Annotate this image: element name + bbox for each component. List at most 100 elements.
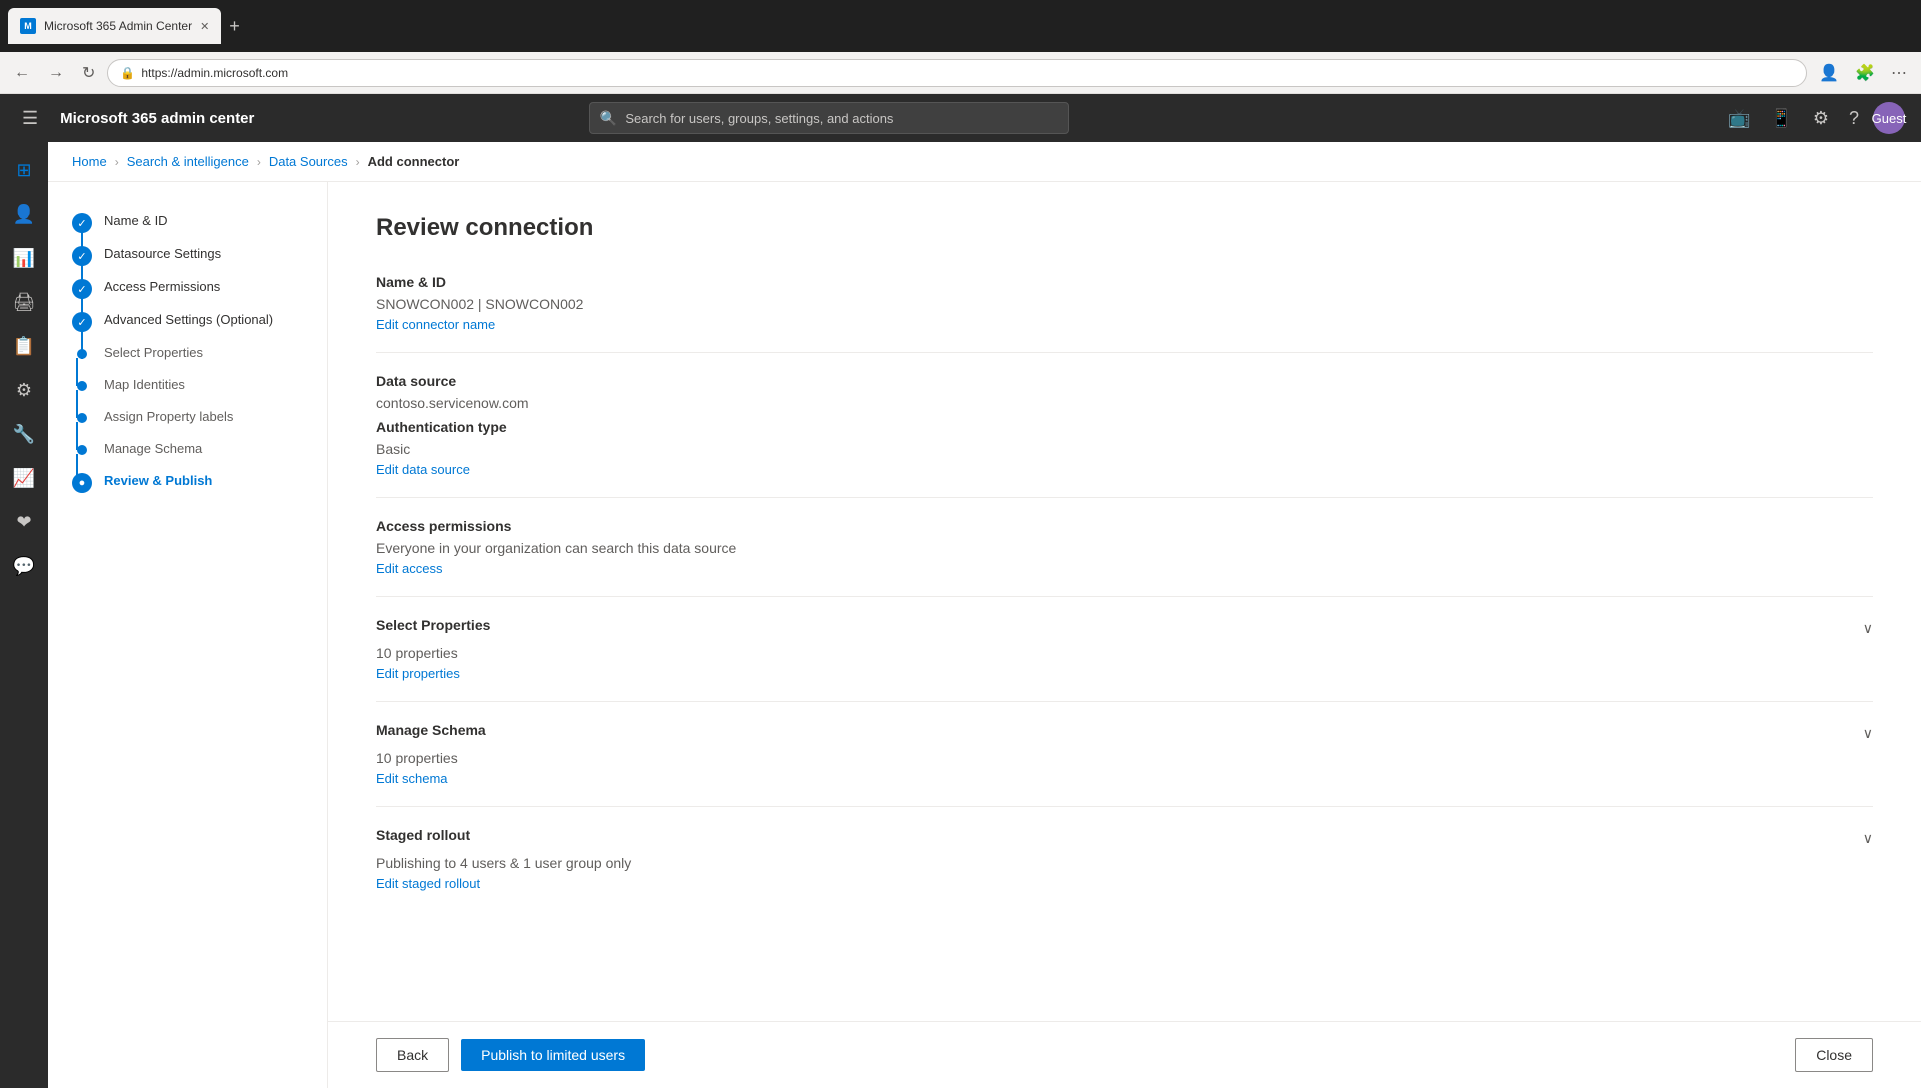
main-layout: ⊞ 👤 📊 🖨 📋 ⚙ 🔧 📈 ❤ 💬 Home › Search & inte… <box>0 142 1921 1088</box>
breadcrumb-sep-1: › <box>115 155 119 169</box>
nav-support[interactable]: 💬 <box>4 546 44 586</box>
back-button[interactable]: ← <box>8 58 36 88</box>
step-indicator-name-id: ✓ <box>72 213 92 233</box>
nav-settings[interactable]: ⚙ <box>4 370 44 410</box>
extensions-btn[interactable]: 🧩 <box>1849 57 1881 89</box>
step-advanced[interactable]: ✓ Advanced Settings (Optional) <box>48 305 327 338</box>
nav-insights[interactable]: 📈 <box>4 458 44 498</box>
breadcrumb-datasources[interactable]: Data Sources <box>269 154 348 169</box>
nav-health[interactable]: ❤ <box>4 502 44 542</box>
edit-staged-rollout-link[interactable]: Edit staged rollout <box>376 876 480 891</box>
tab-close-btn[interactable]: ✕ <box>200 20 209 33</box>
address-text: https://admin.microsoft.com <box>141 66 288 80</box>
step-datasource[interactable]: ✓ Datasource Settings <box>48 239 327 272</box>
auth-type-value: Basic <box>376 441 1873 457</box>
chevron-down-rollout-icon: ∨ <box>1863 830 1873 847</box>
step-name-id[interactable]: ✓ Name & ID <box>48 206 327 239</box>
manage-schema-label: Manage Schema <box>376 722 486 738</box>
nav-bar: ← → ↻ 🔒 https://admin.microsoft.com 👤 🧩 … <box>0 52 1921 94</box>
step-label-name-id: Name & ID <box>104 212 168 230</box>
select-props-header[interactable]: Select Properties ∨ <box>376 617 1873 639</box>
manage-schema-count: 10 properties <box>376 750 1873 766</box>
divider-2 <box>376 497 1873 498</box>
stepper-sidebar: ✓ Name & ID ✓ Datasource Settings ✓ Acce… <box>48 182 328 1088</box>
more-btn[interactable]: ⋯ <box>1885 57 1913 89</box>
access-perm-label: Access permissions <box>376 518 1873 534</box>
step-label-datasource: Datasource Settings <box>104 245 221 263</box>
forward-button[interactable]: → <box>42 58 70 88</box>
tab-title: Microsoft 365 Admin Center <box>44 19 192 33</box>
breadcrumb-home[interactable]: Home <box>72 154 107 169</box>
settings-icon[interactable]: ⚙ <box>1807 102 1835 135</box>
refresh-button[interactable]: ↻ <box>76 57 101 89</box>
step-indicator-assign <box>77 413 87 423</box>
page-title: Review connection <box>376 214 1873 242</box>
nav-reports[interactable]: 📋 <box>4 326 44 366</box>
mobile-icon[interactable]: 📱 <box>1764 102 1798 135</box>
manage-schema-header[interactable]: Manage Schema ∨ <box>376 722 1873 744</box>
edit-data-source-link[interactable]: Edit data source <box>376 462 470 477</box>
breadcrumb-current: Add connector <box>368 154 460 169</box>
step-indicator-review: ● <box>72 473 92 493</box>
display-icon[interactable]: 📺 <box>1722 102 1756 135</box>
user-avatar[interactable]: Guest <box>1873 102 1905 134</box>
step-label-select-props: Select Properties <box>104 344 203 362</box>
nav-users[interactable]: 👤 <box>4 194 44 234</box>
section-name-id: Name & ID SNOWCON002 | SNOWCON002 Edit c… <box>376 274 1873 332</box>
chevron-down-schema-icon: ∨ <box>1863 725 1873 742</box>
chevron-down-icon: ∨ <box>1863 620 1873 637</box>
profile-btn[interactable]: 👤 <box>1813 57 1845 89</box>
address-bar[interactable]: 🔒 https://admin.microsoft.com <box>107 59 1807 87</box>
step-review-publish[interactable]: ● Review & Publish <box>48 466 327 499</box>
name-id-value: SNOWCON002 | SNOWCON002 <box>376 296 1873 312</box>
new-tab-button[interactable]: + <box>221 12 248 41</box>
app-header: ☰ Microsoft 365 admin center 🔍 Search fo… <box>0 94 1921 142</box>
auth-type-label: Authentication type <box>376 419 1873 435</box>
step-indicator-map <box>77 381 87 391</box>
nav-setup[interactable]: 🔧 <box>4 414 44 454</box>
stepper-content: ✓ Name & ID ✓ Datasource Settings ✓ Acce… <box>48 182 1921 1088</box>
step-label-schema: Manage Schema <box>104 440 202 458</box>
active-tab[interactable]: M Microsoft 365 Admin Center ✕ <box>8 8 221 44</box>
edit-access-link[interactable]: Edit access <box>376 561 442 576</box>
close-button[interactable]: Close <box>1795 1038 1873 1072</box>
nav-devices[interactable]: 🖨 <box>4 282 44 322</box>
step-assign-labels[interactable]: Assign Property labels <box>48 402 327 434</box>
tab-favicon: M <box>20 18 36 34</box>
breadcrumb-search[interactable]: Search & intelligence <box>127 154 249 169</box>
help-icon[interactable]: ? <box>1843 102 1865 135</box>
step-manage-schema[interactable]: Manage Schema <box>48 434 327 466</box>
step-select-props[interactable]: Select Properties <box>48 338 327 370</box>
staged-rollout-value: Publishing to 4 users & 1 user group onl… <box>376 855 1873 871</box>
edit-properties-link[interactable]: Edit properties <box>376 666 460 681</box>
back-button[interactable]: Back <box>376 1038 449 1072</box>
nav-icons: 👤 🧩 ⋯ <box>1813 57 1913 89</box>
divider-1 <box>376 352 1873 353</box>
nav-home[interactable]: ⊞ <box>4 150 44 190</box>
step-map-identities[interactable]: Map Identities <box>48 370 327 402</box>
step-access[interactable]: ✓ Access Permissions <box>48 272 327 305</box>
select-props-label: Select Properties <box>376 617 490 633</box>
tab-bar: M Microsoft 365 Admin Center ✕ + <box>8 8 248 44</box>
left-nav: ⊞ 👤 📊 🖨 📋 ⚙ 🔧 📈 ❤ 💬 <box>0 142 48 1088</box>
page-footer: Back Publish to limited users Close <box>328 1021 1921 1088</box>
app-title: Microsoft 365 admin center <box>60 110 254 127</box>
hamburger-menu[interactable]: ☰ <box>16 102 44 135</box>
edit-connector-name-link[interactable]: Edit connector name <box>376 317 495 332</box>
section-manage-schema: Manage Schema ∨ 10 properties Edit schem… <box>376 722 1873 786</box>
header-search[interactable]: 🔍 Search for users, groups, settings, an… <box>589 102 1069 134</box>
nav-analytics[interactable]: 📊 <box>4 238 44 278</box>
edit-schema-link[interactable]: Edit schema <box>376 771 448 786</box>
step-label-access: Access Permissions <box>104 278 220 296</box>
publish-button[interactable]: Publish to limited users <box>461 1039 645 1071</box>
section-data-source: Data source contoso.servicenow.com Authe… <box>376 373 1873 477</box>
divider-5 <box>376 806 1873 807</box>
browser-chrome: M Microsoft 365 Admin Center ✕ + <box>0 0 1921 52</box>
avatar-label: Guest <box>1872 111 1907 126</box>
step-label-advanced: Advanced Settings (Optional) <box>104 311 273 329</box>
step-label-review: Review & Publish <box>104 472 212 490</box>
access-perm-value: Everyone in your organization can search… <box>376 540 1873 556</box>
name-id-label: Name & ID <box>376 274 1873 290</box>
header-icons: 📺 📱 ⚙ ? Guest <box>1722 102 1905 135</box>
staged-rollout-header[interactable]: Staged rollout ∨ <box>376 827 1873 849</box>
